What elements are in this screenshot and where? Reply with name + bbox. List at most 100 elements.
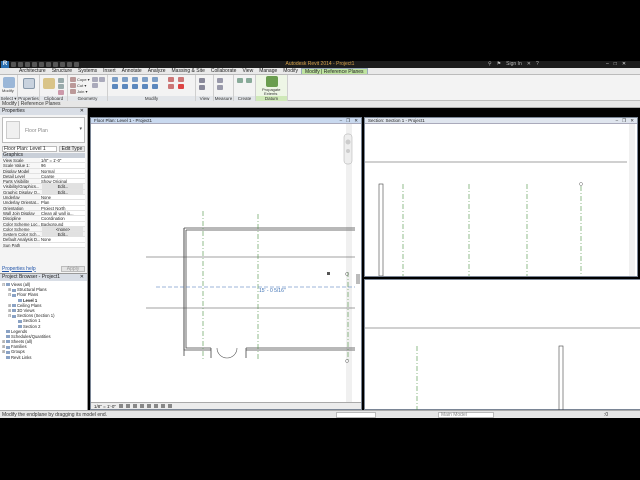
help-icon[interactable]: ? — [536, 61, 539, 68]
tab-modify-reference-planes[interactable]: Modify | Reference Planes — [301, 68, 368, 75]
search-icon[interactable]: ⚲ — [488, 61, 492, 68]
cut-geometry-button[interactable]: Cut ▾ — [77, 83, 86, 88]
section-2-canvas[interactable] — [365, 280, 640, 411]
temporary-hide-icon[interactable] — [160, 404, 165, 408]
floor-plan-view[interactable]: Floor Plan: Level 1 - Project1 – ❐ ✕ 15'… — [90, 117, 362, 410]
close-icon[interactable]: ✕ — [80, 108, 84, 115]
split-face-icon[interactable] — [99, 77, 105, 82]
dimension-icon[interactable] — [217, 85, 223, 90]
close-hidden-icon[interactable] — [74, 62, 79, 67]
tab-collaborate[interactable]: Collaborate — [208, 68, 240, 74]
vertical-scrollbar[interactable] — [629, 124, 635, 276]
section-icon[interactable] — [67, 62, 72, 67]
undo-icon[interactable] — [25, 62, 30, 67]
property-value[interactable] — [40, 242, 85, 248]
section-1-view[interactable]: Section: Section 1 - Project1 – ❐ ✕ — [364, 117, 638, 277]
crop-view-icon[interactable] — [146, 404, 151, 408]
rotate-icon[interactable] — [132, 84, 138, 89]
workset-field[interactable] — [336, 412, 376, 418]
hide-icon[interactable] — [199, 78, 205, 83]
property-value[interactable]: Project North — [40, 205, 85, 210]
sun-path-icon[interactable] — [132, 404, 137, 408]
paste-icon[interactable] — [43, 78, 55, 89]
visual-style-icon[interactable] — [125, 404, 130, 408]
copy-element-icon[interactable] — [122, 84, 128, 89]
show-crop-icon[interactable] — [153, 404, 158, 408]
redo-icon[interactable] — [32, 62, 37, 67]
open-icon[interactable] — [11, 62, 16, 67]
save-icon[interactable] — [18, 62, 23, 67]
tab-massing-site[interactable]: Massing & Site — [169, 68, 208, 74]
design-option-field[interactable]: Main Model — [438, 412, 494, 418]
delete-icon[interactable] — [178, 84, 184, 89]
floor-plan-canvas[interactable]: 15' - 0 5/16" — [91, 124, 361, 402]
property-value[interactable]: None — [40, 195, 85, 200]
tab-structure[interactable]: Structure — [49, 68, 75, 74]
measure-icon[interactable] — [46, 62, 51, 67]
scale-icon[interactable] — [178, 77, 184, 82]
temporary-dimension[interactable]: 15' - 0 5/16" — [259, 288, 286, 294]
tab-annotate[interactable]: Annotate — [119, 68, 145, 74]
property-value[interactable]: Clean all wall jo... — [40, 210, 85, 216]
minimize-icon[interactable]: – — [606, 61, 609, 68]
reveal-hidden-icon[interactable] — [167, 404, 172, 408]
create-group-icon[interactable] — [237, 78, 243, 83]
tab-view[interactable]: View — [239, 68, 256, 74]
property-value[interactable]: Show Original — [40, 179, 85, 184]
move-icon[interactable] — [112, 84, 118, 89]
3d-view-icon[interactable] — [60, 62, 65, 67]
type-selector[interactable]: Floor Plan ▾ — [2, 117, 85, 143]
restore-icon[interactable]: ❐ — [346, 118, 350, 124]
mirror-draw-icon[interactable] — [142, 77, 148, 82]
view-scale[interactable]: 1/8" = 1'-0" — [94, 404, 116, 409]
tab-architecture[interactable]: Architecture — [16, 68, 49, 74]
text-icon[interactable] — [53, 62, 58, 67]
offset-icon[interactable] — [122, 77, 128, 82]
create-similar-icon[interactable] — [246, 78, 252, 83]
propagate-extents-icon[interactable] — [266, 76, 278, 87]
properties-icon[interactable] — [23, 78, 35, 89]
property-edit-button[interactable]: Edit... — [42, 189, 83, 195]
tab-systems[interactable]: Systems — [75, 68, 100, 74]
instance-filter-dropdown[interactable]: Floor Plan: Level 1 — [2, 145, 57, 152]
apply-button[interactable]: Apply — [61, 265, 85, 272]
property-value[interactable]: Normal — [40, 168, 85, 173]
end-handle[interactable] — [579, 182, 583, 186]
trim-icon[interactable] — [142, 84, 148, 89]
split-icon[interactable] — [152, 77, 158, 82]
properties-help-link[interactable]: Properties help — [2, 266, 36, 272]
paint-icon[interactable] — [92, 83, 98, 88]
array-icon[interactable] — [168, 84, 174, 89]
close-icon[interactable]: ✕ — [630, 118, 634, 124]
modify-cursor-icon[interactable] — [3, 77, 15, 88]
maximize-icon[interactable]: □ — [614, 61, 617, 68]
subscription-icon[interactable]: ⚑ — [497, 61, 501, 68]
browser-item[interactable]: Revit Links — [2, 355, 85, 360]
property-value[interactable]: 1/8" = 1'-0" — [40, 158, 85, 163]
property-value[interactable]: Plan — [40, 200, 85, 205]
measure-tool-icon[interactable] — [217, 78, 223, 83]
property-edit-button[interactable]: <none> — [42, 226, 83, 232]
property-value[interactable]: Background — [40, 221, 85, 226]
cope-icon[interactable] — [70, 77, 76, 82]
cut-geometry-icon[interactable] — [70, 83, 76, 88]
cope-button[interactable]: Cope ▾ — [77, 77, 90, 82]
minimize-icon[interactable]: – — [340, 118, 343, 124]
app-logo[interactable]: R — [1, 61, 9, 68]
print-icon[interactable] — [39, 62, 44, 67]
property-value[interactable]: Coarse — [40, 173, 85, 179]
detail-level-icon[interactable] — [118, 404, 123, 408]
tab-insert[interactable]: Insert — [100, 68, 119, 74]
minimize-icon[interactable]: – — [616, 118, 619, 124]
close-icon[interactable]: ✕ — [80, 274, 84, 281]
section-1-canvas[interactable] — [365, 124, 637, 276]
property-edit-button[interactable]: Edit... — [42, 184, 83, 189]
scrollbar-thumb[interactable] — [356, 274, 360, 284]
section-2-view[interactable] — [364, 279, 640, 411]
property-edit-button[interactable]: Edit... — [42, 232, 83, 237]
tab-modify[interactable]: Modify — [280, 68, 301, 74]
reference-planes[interactable] — [202, 211, 349, 360]
property-value[interactable]: None — [40, 237, 85, 242]
close-icon[interactable]: ✕ — [622, 61, 626, 68]
zoom-icon[interactable] — [346, 149, 350, 153]
